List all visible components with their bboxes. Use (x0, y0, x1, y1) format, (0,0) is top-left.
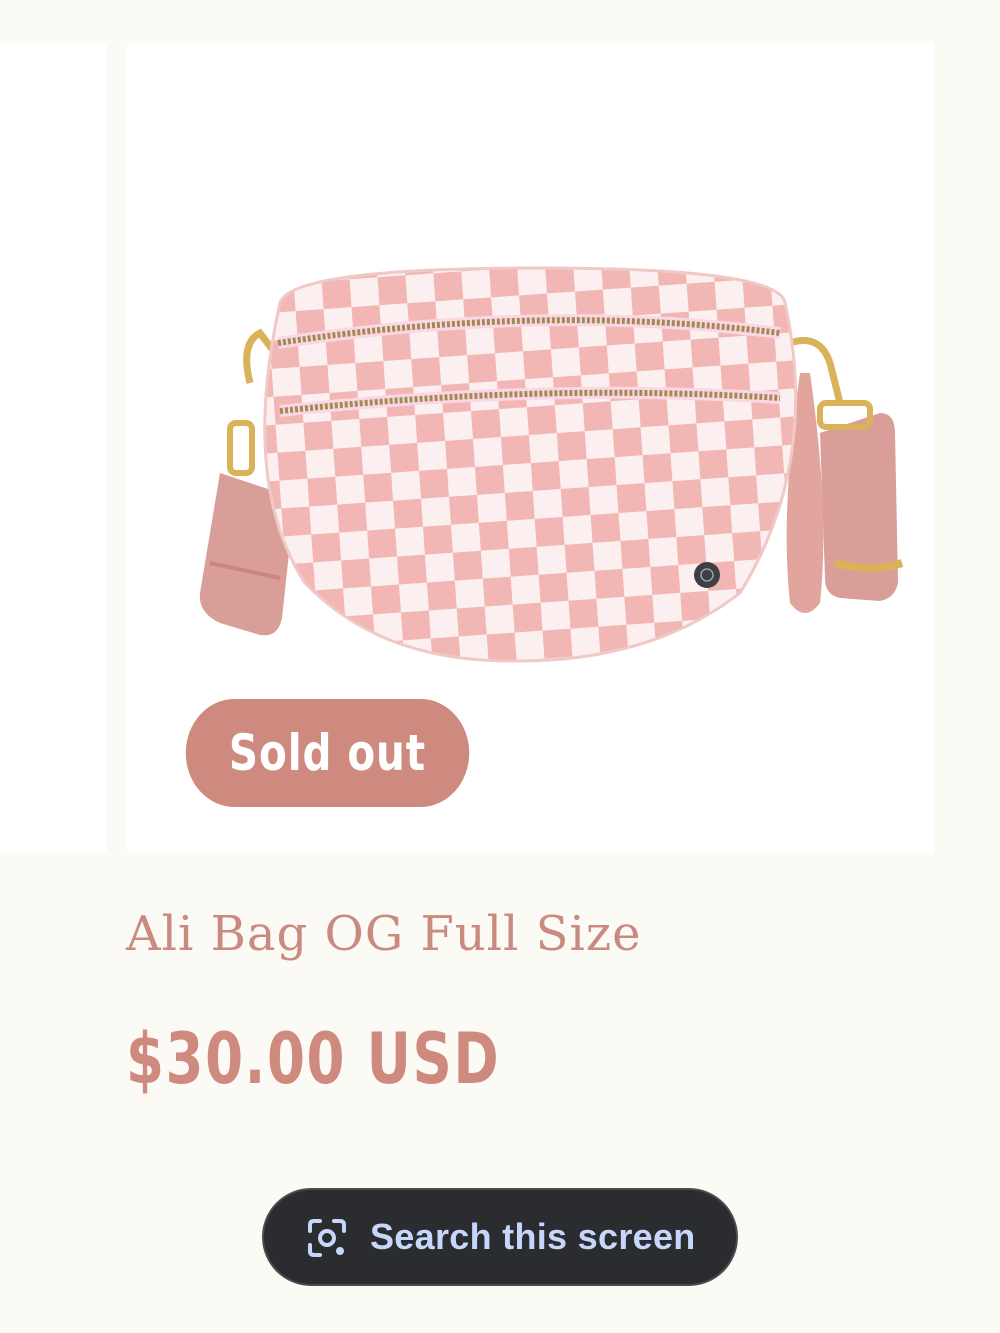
product-image[interactable] (180, 263, 910, 683)
logo-badge (694, 562, 720, 588)
right-strap (820, 413, 898, 601)
product-card[interactable]: Sold out Ali Bag OG Full Size $30.00 USD… (0, 0, 1000, 1333)
product-price: $30.00 USD (126, 1018, 501, 1100)
product-title[interactable]: Ali Bag OG Full Size (126, 906, 642, 962)
previous-image-edge (0, 43, 107, 853)
sold-out-badge: Sold out (185, 699, 470, 807)
search-this-screen-label: Search this screen (370, 1216, 696, 1257)
search-this-screen-button[interactable]: Search this screen (262, 1188, 738, 1286)
lens-icon (308, 1219, 346, 1257)
product-image-area[interactable]: Sold out (0, 43, 1000, 853)
